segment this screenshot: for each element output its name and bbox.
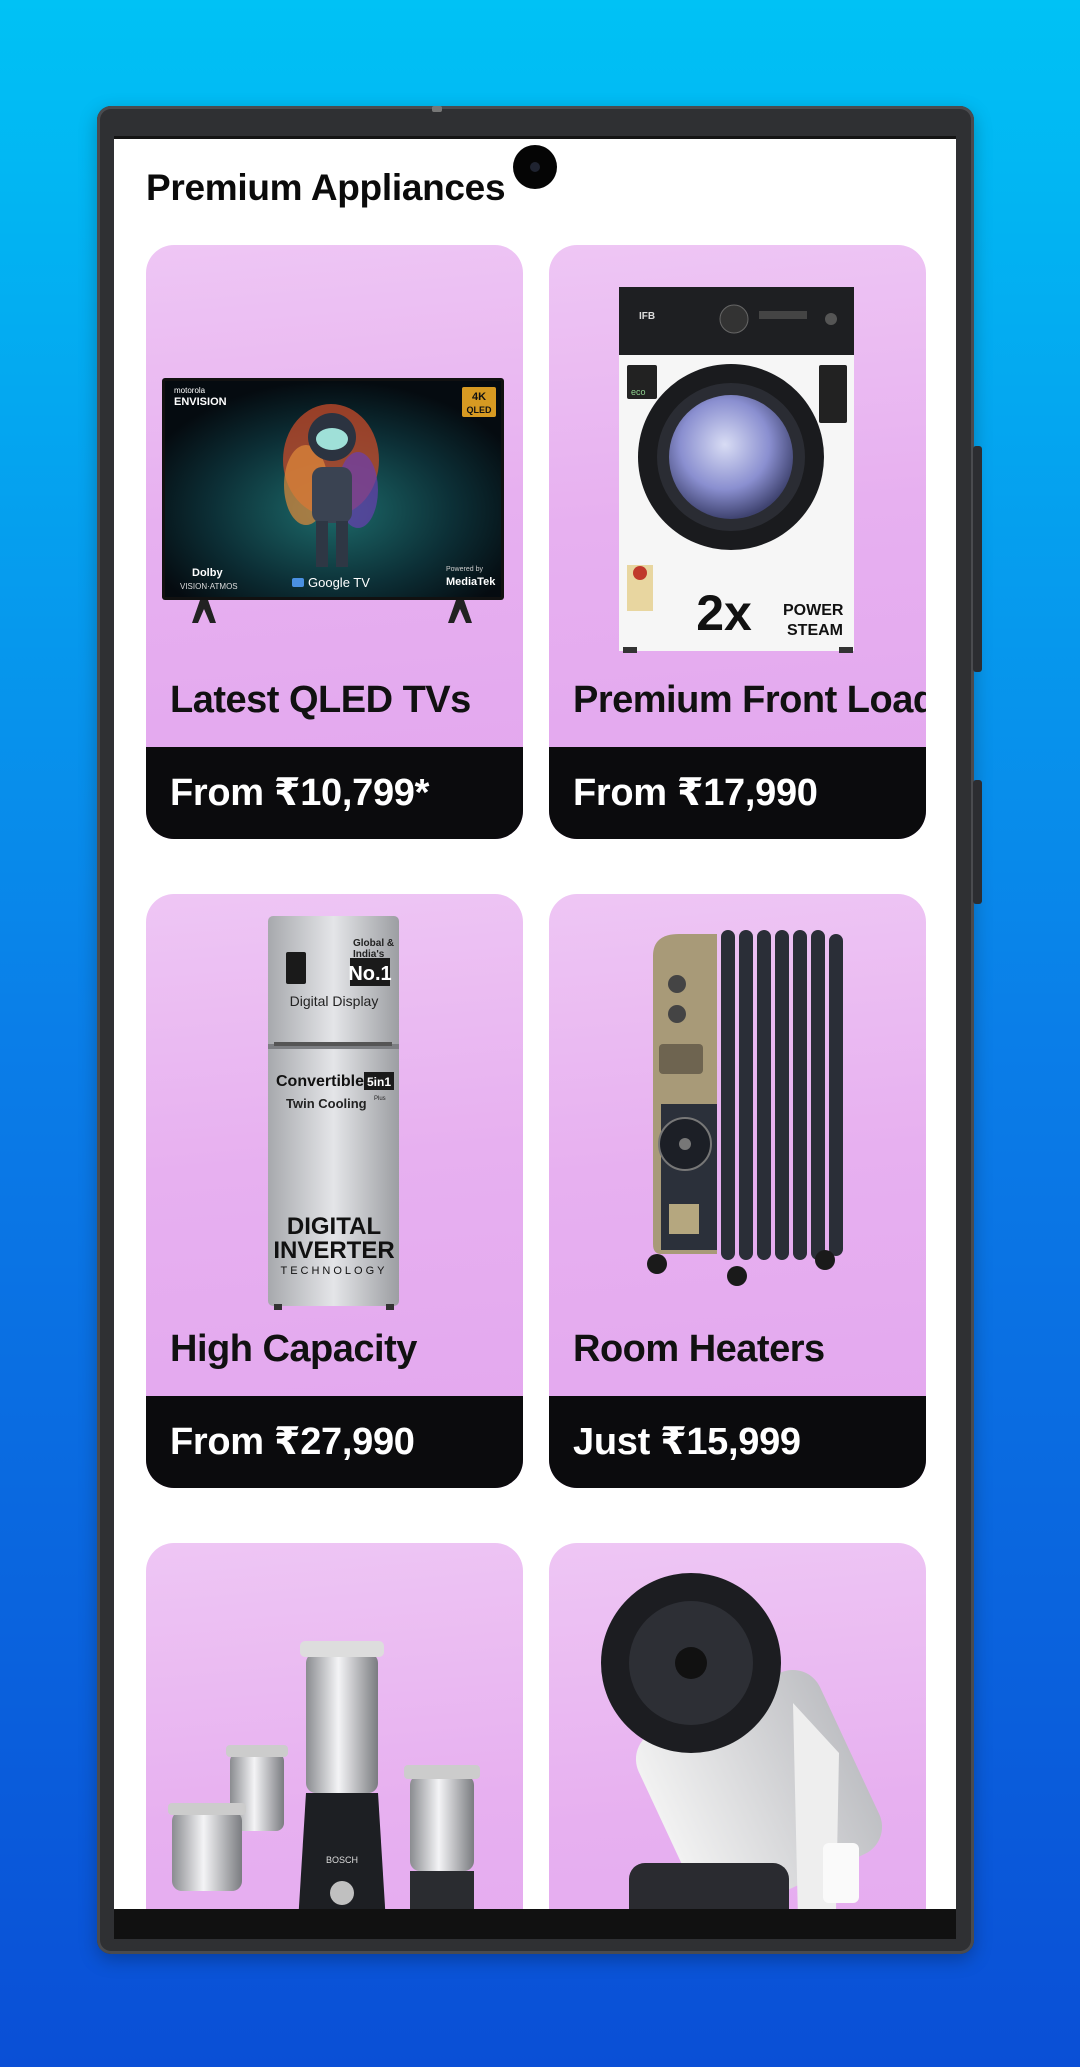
- svg-text:No.1: No.1: [348, 963, 391, 985]
- qled-tv-image: motorola ENVISION 4K QLED Dolby VISION·A…: [146, 245, 523, 665]
- mixer-grinder-image: BOSCH: [146, 1543, 523, 1912]
- svg-text:POWER: POWER: [783, 602, 844, 619]
- front-camera: [513, 145, 557, 189]
- svg-text:Convertible: Convertible: [276, 1073, 364, 1090]
- product-card-qled-tvs[interactable]: motorola ENVISION 4K QLED Dolby VISION·A…: [146, 245, 523, 839]
- product-card-room-heaters[interactable]: Room Heaters Just ₹15,999: [549, 894, 926, 1488]
- svg-text:4K: 4K: [472, 391, 486, 403]
- phone-top-notch: [432, 106, 442, 112]
- svg-text:motorola: motorola: [174, 386, 206, 395]
- svg-text:STEAM: STEAM: [787, 622, 843, 639]
- svg-text:Global &: Global &: [353, 938, 394, 949]
- svg-text:eco: eco: [631, 387, 646, 397]
- card-price: From ₹17,990: [549, 747, 926, 839]
- svg-text:Plus: Plus: [374, 1096, 386, 1102]
- volume-button: [973, 780, 982, 904]
- product-card-high-capacity[interactable]: Global & India's No.1 Digital Display Co…: [146, 894, 523, 1488]
- card-title: Premium Front Loads: [573, 679, 926, 721]
- card-title: High Capacity: [170, 1328, 417, 1370]
- card-title: Latest QLED TVs: [170, 679, 471, 721]
- card-price: From ₹27,990: [146, 1396, 523, 1488]
- app-screen: Premium Appliances motorola ENVISION 4K …: [114, 136, 956, 1912]
- card-price: From ₹10,799*: [146, 747, 523, 839]
- card-title: Room Heaters: [573, 1328, 825, 1370]
- card-price: Just ₹15,999: [549, 1396, 926, 1488]
- svg-text:QLED: QLED: [466, 405, 492, 415]
- svg-text:5in1: 5in1: [367, 1075, 391, 1089]
- svg-text:BOSCH: BOSCH: [326, 1855, 358, 1865]
- svg-text:ENVISION: ENVISION: [174, 396, 227, 408]
- phone-bottom-bezel: [114, 1909, 956, 1939]
- oil-heater-image: [549, 894, 926, 1314]
- svg-text:Google TV: Google TV: [308, 575, 370, 590]
- svg-text:Digital Display: Digital Display: [290, 993, 379, 1009]
- refrigerator-image: Global & India's No.1 Digital Display Co…: [146, 894, 523, 1314]
- svg-text:DIGITAL: DIGITAL: [287, 1213, 381, 1240]
- air-purifier-fan-image: [549, 1543, 926, 1912]
- product-card-mixer-grinders[interactable]: BOSCH: [146, 1543, 523, 1912]
- front-load-washer-image: IFB eco 2x POWER STEAM: [549, 245, 926, 665]
- svg-text:INVERTER: INVERTER: [273, 1237, 394, 1264]
- svg-text:Twin Cooling: Twin Cooling: [286, 1096, 367, 1111]
- product-card-front-loads[interactable]: IFB eco 2x POWER STEAM Premium Front Loa…: [549, 245, 926, 839]
- power-button: [973, 446, 982, 672]
- svg-text:Powered by: Powered by: [446, 566, 483, 573]
- product-card-air-purifier[interactable]: [549, 1543, 926, 1912]
- svg-text:Dolby: Dolby: [192, 567, 223, 579]
- svg-text:TECHNOLOGY: TECHNOLOGY: [280, 1265, 387, 1277]
- svg-text:IFB: IFB: [639, 311, 655, 322]
- svg-text:MediaTek: MediaTek: [446, 576, 496, 588]
- svg-text:VISION·ATMOS: VISION·ATMOS: [180, 582, 238, 591]
- section-title: Premium Appliances: [146, 167, 506, 208]
- svg-text:2x: 2x: [696, 585, 752, 641]
